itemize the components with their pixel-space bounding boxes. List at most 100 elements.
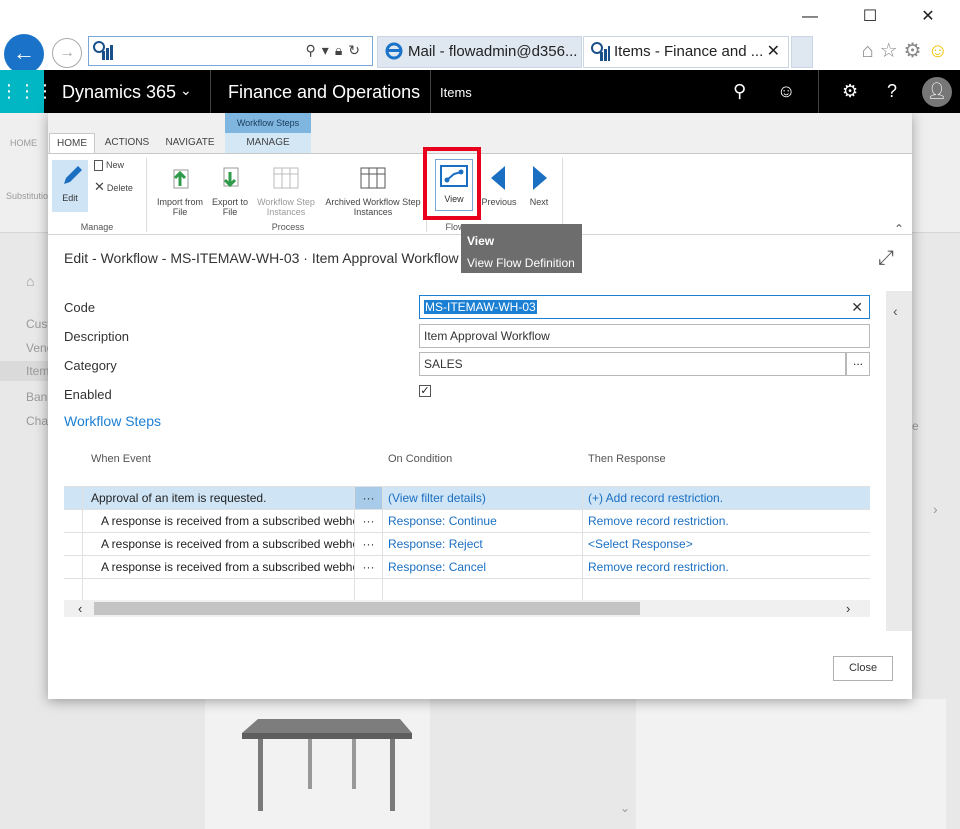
category-field[interactable]: SALES [419, 352, 846, 376]
table-row[interactable]: A response is received from a subscribed… [64, 509, 870, 532]
module-name: Finance and Operations [228, 82, 421, 102]
previous-button[interactable]: Previous [478, 164, 520, 207]
enabled-checkbox[interactable]: ✓ [419, 385, 431, 397]
chevron-right-icon[interactable]: › [846, 600, 850, 617]
tooltip-title: View [467, 234, 495, 248]
product-name[interactable]: Dynamics 365 [62, 82, 176, 103]
tab-navigate[interactable]: NAVIGATE [162, 133, 218, 153]
table-row[interactable]: A response is received from a subscribed… [64, 532, 870, 555]
table-row[interactable]: Approval of an item is requested. ··· (V… [64, 486, 870, 510]
group-label-manage: Manage [80, 222, 114, 232]
dropdown-icon[interactable]: ▾ [322, 42, 335, 58]
cell-response-link[interactable]: <Select Response> [588, 533, 868, 556]
back-button[interactable]: ← [4, 34, 44, 74]
smiley-icon[interactable]: ☺ [928, 40, 954, 62]
close-tab-icon[interactable]: ✕ [767, 37, 780, 67]
next-button[interactable]: Next [522, 164, 556, 207]
row-actions-button[interactable]: ··· [355, 533, 382, 556]
code-value: MS-ITEMAW-WH-03 [424, 300, 537, 314]
code-label: Code [64, 300, 96, 315]
table-row-empty [64, 578, 870, 601]
cell-condition-link[interactable]: Response: Cancel [388, 556, 578, 579]
search-icon[interactable]: ⚲ [306, 42, 322, 58]
cell-condition-link[interactable]: Response: Reject [388, 533, 578, 556]
cell-event: A response is received from a subscribed… [101, 514, 354, 528]
arrow-left-icon: ← [13, 40, 35, 65]
close-window-button[interactable]: ✕ [913, 6, 943, 28]
new-document-icon [94, 160, 103, 172]
view-tooltip: View View Flow Definition [461, 224, 582, 273]
dialog-title: Edit - Workflow - MS-ITEMAW-WH-03 · Item… [64, 250, 459, 266]
awsi-label-line1: Archived Workflow Step [325, 197, 421, 207]
table-row[interactable]: A response is received from a subscribed… [64, 555, 870, 578]
chevron-up-icon[interactable]: ⌃ [894, 222, 904, 236]
help-icon[interactable]: ? [887, 81, 897, 102]
minimize-button[interactable]: — [795, 6, 825, 28]
scrollbar-thumb[interactable] [94, 602, 640, 615]
cell-response-link[interactable]: (+) Add record restriction. [588, 487, 868, 510]
grid-icon [360, 167, 386, 189]
delete-button[interactable]: ✕ Delete [94, 180, 133, 193]
browser-navbar: ← → ⚲▾🔒︎↻ Mail - flowadmin@d356... Items… [0, 34, 960, 74]
tab-actions[interactable]: ACTIONS [102, 133, 152, 153]
tab-mail[interactable]: Mail - flowadmin@d356... [377, 36, 582, 68]
expand-icon[interactable]: ⤢ [878, 247, 894, 270]
divider [430, 70, 431, 113]
cell-response-link[interactable]: Remove record restriction. [588, 556, 868, 579]
edit-button[interactable]: Edit [52, 160, 88, 212]
gear-icon[interactable]: ⚙ [904, 40, 928, 62]
side-panel-toggle[interactable]: ‹ [886, 291, 912, 631]
background-text: e [912, 419, 919, 433]
chevron-right-icon: › [933, 501, 938, 517]
feedback-smiley-icon[interactable]: ☺ [777, 81, 795, 102]
row-actions-button[interactable]: ··· [355, 487, 382, 510]
horizontal-scrollbar[interactable]: ‹ › [64, 600, 870, 617]
new-button[interactable]: New [94, 160, 124, 172]
home-icon[interactable]: ⌂ [862, 40, 880, 62]
cell-response-link[interactable]: Remove record restriction. [588, 510, 868, 533]
export-to-file-button[interactable]: Export to File [208, 164, 252, 217]
lock-icon[interactable]: 🔒︎ [335, 42, 348, 58]
address-bar[interactable]: ⚲▾🔒︎↻ [88, 36, 373, 66]
breadcrumb[interactable]: Items [440, 85, 472, 100]
search-icon[interactable]: ⚲ [733, 81, 746, 102]
delete-button-label: Delete [106, 183, 133, 193]
tab-items[interactable]: Items - Finance and ... ✕ [583, 36, 789, 68]
export-icon [223, 167, 239, 188]
chevron-left-icon[interactable]: ‹ [78, 600, 82, 617]
arrow-right-icon: → [59, 44, 75, 61]
settings-icon[interactable]: ⚙ [842, 81, 858, 102]
forward-button[interactable]: → [52, 38, 82, 68]
row-actions-button[interactable]: ··· [355, 556, 382, 579]
import-from-file-button[interactable]: Import from File [152, 164, 208, 217]
column-header-when-event[interactable]: When Event [91, 453, 151, 465]
awsi-label-line2: Instances [353, 207, 393, 217]
description-field[interactable]: Item Approval Workflow [419, 324, 870, 348]
chevron-down-icon[interactable]: ⌄ [180, 82, 192, 99]
workflow-steps-section-title[interactable]: Workflow Steps [64, 413, 161, 429]
refresh-icon[interactable]: ↻ [348, 42, 366, 58]
cell-condition-link[interactable]: Response: Continue [388, 510, 578, 533]
category-lookup-button[interactable]: ... [846, 352, 870, 376]
import-label-line1: Import from [156, 197, 203, 207]
clear-icon[interactable]: ✕ [851, 296, 863, 318]
column-header-then-response[interactable]: Then Response [588, 453, 666, 465]
tab-items-label: Items - Finance and ... [614, 43, 764, 60]
row-actions-button[interactable]: ··· [355, 510, 382, 533]
background-home-icon: ⌂ [26, 273, 35, 289]
new-tab-button[interactable] [791, 36, 813, 68]
archived-workflow-step-instances-button[interactable]: Archived Workflow Step Instances [320, 164, 426, 217]
close-button[interactable]: Close [833, 656, 893, 681]
edit-button-label: Edit [62, 193, 78, 203]
tab-manage[interactable]: MANAGE [225, 133, 311, 153]
app-header: ⋮⋮⋮ Dynamics 365 ⌄ Finance and Operation… [0, 70, 960, 113]
avatar[interactable]: 👤︎ [922, 77, 952, 107]
app-launcher-button[interactable]: ⋮⋮⋮ [0, 70, 54, 113]
column-header-on-condition[interactable]: On Condition [388, 453, 452, 465]
workflow-step-instances-button[interactable]: Workflow Step Instances [252, 164, 320, 217]
tab-home[interactable]: HOME [49, 133, 95, 154]
maximize-button[interactable]: ☐ [855, 6, 885, 28]
star-icon[interactable]: ☆ [880, 40, 904, 62]
cell-condition-link[interactable]: (View filter details) [388, 487, 578, 510]
code-field[interactable]: MS-ITEMAW-WH-03 ✕ [419, 295, 870, 319]
